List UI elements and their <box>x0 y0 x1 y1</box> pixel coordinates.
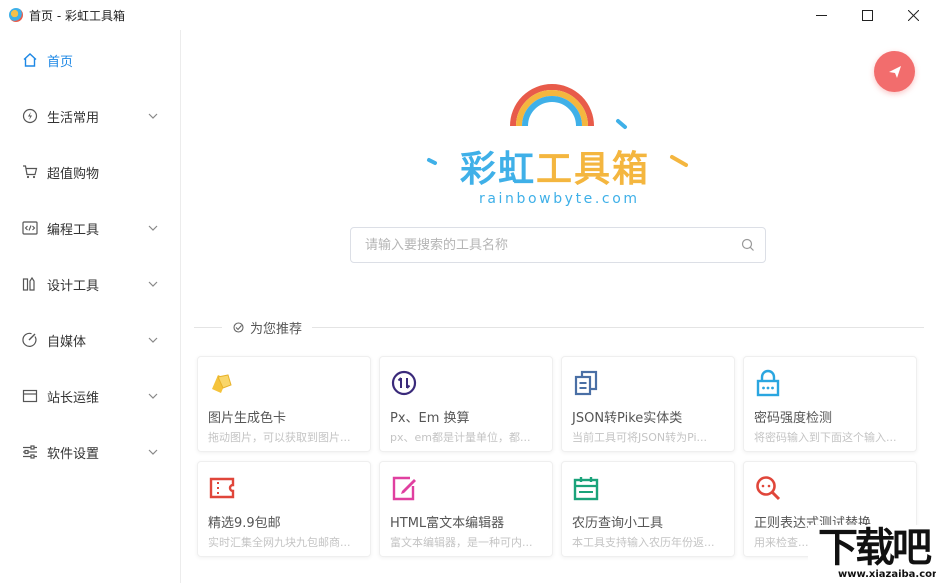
chevron-down-icon <box>148 281 158 287</box>
tool-card-desc: 拖动图片，可以获取到图片... <box>208 431 351 444</box>
tool-card-desc: 本工具支持输入农历年份返... <box>572 536 715 549</box>
window-controls <box>798 0 936 30</box>
tool-card-title: 精选9.9包邮 <box>208 516 281 531</box>
home-icon <box>22 52 38 68</box>
app-logo-title: 彩虹工具箱 <box>460 140 650 192</box>
window-title: 首页 - 彩虹工具箱 <box>29 8 125 23</box>
search-input[interactable] <box>365 228 735 262</box>
recommend-header: 为您推荐 <box>222 317 313 337</box>
sidebar-item-media[interactable]: 自媒体 <box>0 320 180 360</box>
convert-icon <box>391 370 417 396</box>
ticket-icon <box>209 477 235 499</box>
chevron-down-icon <box>148 225 158 231</box>
edit-icon <box>392 476 416 501</box>
close-icon <box>907 9 919 21</box>
tool-card-desc: 富文本编辑器，是一种可内... <box>390 536 533 549</box>
search-box <box>350 227 766 263</box>
sidebar: 首页 生活常用 超值购物 编程工具 设计工具 自媒体 站长运维 软件设置 <box>0 30 181 583</box>
tool-card-title: 密码强度检测 <box>754 411 833 426</box>
minimize-icon <box>815 14 827 16</box>
sidebar-item-label: 设计工具 <box>47 278 100 294</box>
feedback-button[interactable] <box>874 51 915 92</box>
recommend-title: 为您推荐 <box>250 321 303 337</box>
sidebar-item-label: 超值购物 <box>47 166 100 182</box>
tool-card-desc: px、em都是计量单位，都... <box>390 431 531 444</box>
cart-icon <box>22 164 38 180</box>
sparkle-icon <box>233 321 244 333</box>
chevron-down-icon <box>148 337 158 343</box>
sidebar-item-home[interactable]: 首页 <box>0 40 180 80</box>
sidebar-item-design[interactable]: 设计工具 <box>0 264 180 304</box>
lightning-icon <box>22 108 38 124</box>
tool-card-title: 农历查询小工具 <box>572 516 664 531</box>
tool-card-title: HTML富文本编辑器 <box>390 516 505 531</box>
search-icon[interactable] <box>741 238 755 252</box>
watermark: 下载吧 www.xiazaiba.com <box>808 525 936 583</box>
sidebar-item-shopping[interactable]: 超值购物 <box>0 152 180 192</box>
code-icon <box>22 220 38 236</box>
sidebar-item-label: 站长运维 <box>47 390 100 406</box>
close-button[interactable] <box>890 0 936 30</box>
sidebar-item-settings[interactable]: 软件设置 <box>0 432 180 472</box>
tool-card-title: 图片生成色卡 <box>208 411 287 426</box>
chevron-down-icon <box>148 113 158 119</box>
tool-card-desc: 实时汇集全网九块九包邮商... <box>208 536 351 549</box>
tool-card[interactable]: HTML富文本编辑器 富文本编辑器，是一种可内... <box>379 461 553 557</box>
tool-card[interactable]: JSON转Pike实体类 当前工具可将JSON转为Pi... <box>561 356 735 452</box>
sidebar-item-daily[interactable]: 生活常用 <box>0 96 180 136</box>
chevron-down-icon <box>148 449 158 455</box>
logo-domain: rainbowbyte.com <box>479 191 640 207</box>
json-copy-icon <box>574 370 598 396</box>
watermark-logo: 下载吧 <box>818 525 932 571</box>
logo-title-part2: 工具箱 <box>536 149 651 190</box>
sidebar-item-webmaster[interactable]: 站长运维 <box>0 376 180 416</box>
server-icon <box>22 388 38 404</box>
chevron-down-icon <box>148 393 158 399</box>
minimize-button[interactable] <box>798 0 844 30</box>
app-logo-icon <box>9 8 23 22</box>
sidebar-item-label: 软件设置 <box>47 446 100 462</box>
tool-card-title: Px、Em 换算 <box>390 411 470 426</box>
media-icon <box>22 332 38 348</box>
calendar-icon <box>573 477 599 501</box>
tool-card[interactable]: 密码强度检测 将密码输入到下面这个输入... <box>743 356 917 452</box>
tool-card[interactable]: Px、Em 换算 px、em都是计量单位，都... <box>379 356 553 452</box>
lock-icon <box>756 369 780 397</box>
tool-card-desc: 当前工具可将JSON转为Pi... <box>572 431 708 444</box>
tool-card-title: JSON转Pike实体类 <box>572 411 683 426</box>
design-icon <box>22 276 38 292</box>
title-bar: 首页 - 彩虹工具箱 <box>0 0 936 30</box>
sliders-icon <box>22 444 38 460</box>
sidebar-item-label: 编程工具 <box>47 222 100 238</box>
send-icon <box>888 65 901 78</box>
tool-card-desc: 将密码输入到下面这个输入... <box>754 431 897 444</box>
tool-card[interactable]: 精选9.9包邮 实时汇集全网九块九包邮商... <box>197 461 371 557</box>
palette-cards-icon <box>212 374 232 393</box>
tool-card[interactable]: 农历查询小工具 本工具支持输入农历年份返... <box>561 461 735 557</box>
maximize-button[interactable] <box>844 0 890 30</box>
logo-title-part1: 彩虹 <box>460 149 537 190</box>
maximize-icon <box>861 9 873 21</box>
watermark-url: www.xiazaiba.com <box>838 569 936 580</box>
sidebar-item-label: 自媒体 <box>47 334 87 350</box>
regex-search-icon <box>756 476 781 501</box>
tool-card[interactable]: 图片生成色卡 拖动图片，可以获取到图片... <box>197 356 371 452</box>
main-content: 彩虹工具箱 rainbowbyte.com 为您推荐 图片生成色卡 拖动图片，可… <box>182 30 936 583</box>
sidebar-item-label: 生活常用 <box>47 110 100 126</box>
sidebar-item-programming[interactable]: 编程工具 <box>0 208 180 248</box>
sidebar-item-label: 首页 <box>47 54 74 70</box>
